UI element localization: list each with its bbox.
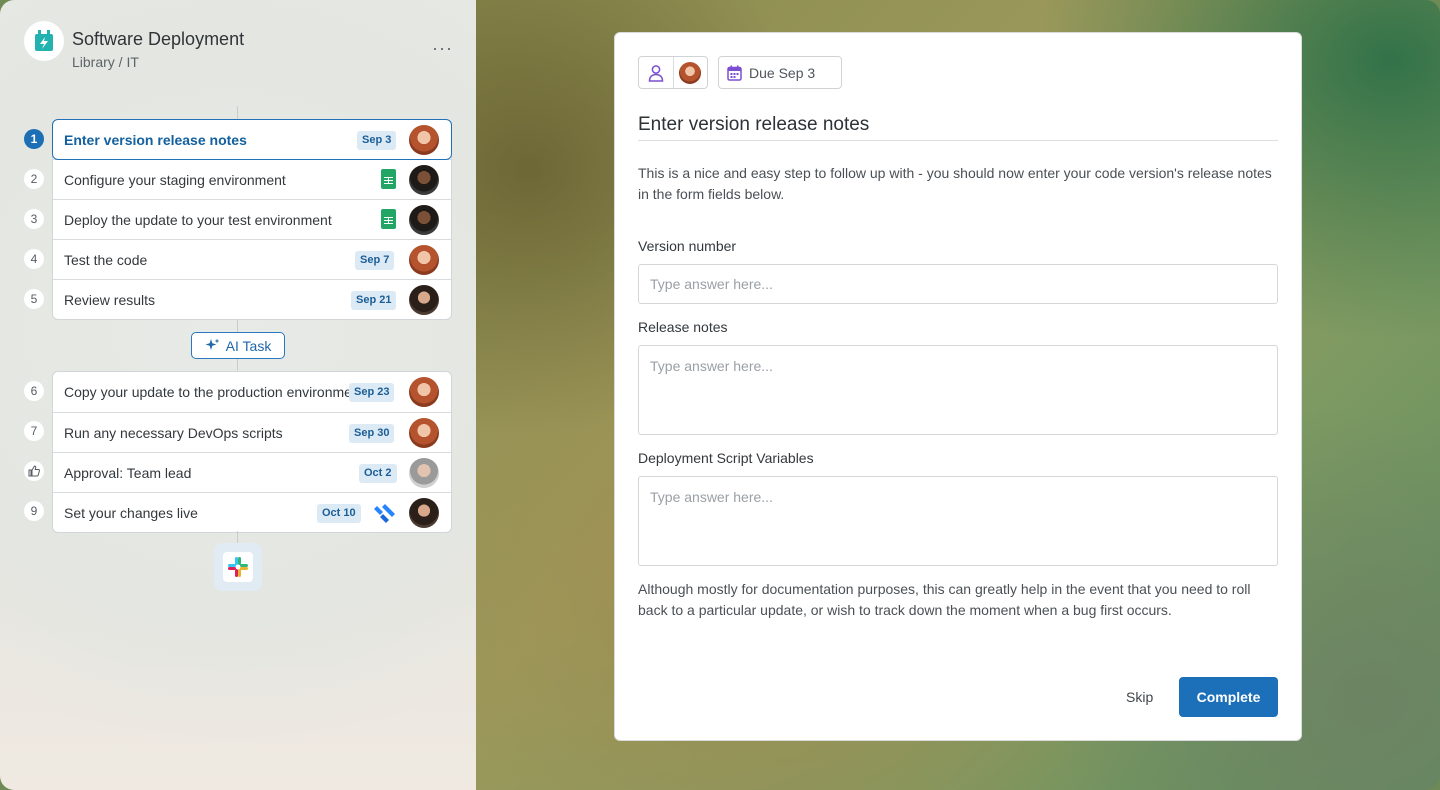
step-number: 9: [24, 501, 44, 521]
due-date-label: Due Sep 3: [749, 64, 816, 81]
step-number: 1: [24, 129, 44, 149]
assignee-avatar: [409, 205, 439, 235]
task-label: Copy your update to the production envir…: [64, 384, 354, 400]
task-list-group-2: Copy your update to the production envir…: [52, 371, 452, 533]
step-number: 3: [24, 209, 44, 229]
task-list-group-1: Enter version release notes Sep 3 Config…: [52, 119, 452, 320]
task-row[interactable]: Run any necessary DevOps scripts Sep 30: [53, 412, 451, 452]
task-title: Enter version release notes: [638, 114, 870, 135]
field-label: Release notes: [638, 319, 728, 335]
deployment-script-variables-input[interactable]: [638, 476, 1278, 566]
more-options-icon[interactable]: ···: [432, 38, 453, 59]
task-row[interactable]: Test the code Sep 7: [53, 239, 451, 279]
calendar-icon: [727, 65, 742, 81]
step-number: 4: [24, 249, 44, 269]
task-row[interactable]: Approval: Team lead Oct 2: [53, 452, 451, 492]
task-row[interactable]: Deploy the update to your test environme…: [53, 199, 451, 239]
due-date-badge: Oct 2: [359, 464, 397, 483]
task-label: Set your changes live: [64, 504, 198, 521]
connector-line: [237, 319, 238, 332]
due-date-badge: Sep 7: [355, 251, 395, 270]
assignee-avatar: [409, 245, 439, 275]
assignee-avatar: [679, 61, 702, 84]
breadcrumb[interactable]: Library / IT: [72, 54, 139, 70]
task-row[interactable]: Enter version release notes Sep 3: [52, 119, 452, 160]
google-sheets-icon: [381, 209, 396, 229]
due-date-badge: Sep 30: [349, 424, 395, 443]
assignee-avatar: [409, 285, 439, 315]
google-sheets-icon: [381, 169, 396, 189]
task-description: This is a nice and easy step to follow u…: [638, 165, 1272, 202]
slack-integration[interactable]: [214, 543, 262, 591]
due-date-badge: Sep 3: [357, 131, 397, 150]
step-number: 2: [24, 169, 44, 189]
assignee-avatar: [409, 165, 439, 195]
due-date-badge: Oct 10: [317, 504, 361, 523]
step-number: 7: [24, 421, 44, 441]
field-label: Deployment Script Variables: [638, 450, 814, 466]
assignee-avatar: [409, 418, 439, 448]
workflow-sidebar: Software Deployment Library / IT ··· 1 2…: [0, 0, 476, 790]
step-number: 6: [24, 381, 44, 401]
task-row[interactable]: Configure your staging environment: [53, 159, 451, 199]
connector-line: [237, 531, 238, 543]
due-date-badge: Sep 23: [349, 383, 395, 402]
assignee-picker[interactable]: [638, 56, 708, 89]
task-row[interactable]: Set your changes live Oct 10: [53, 492, 451, 532]
task-label: Test the code: [64, 251, 148, 268]
connector-line: [237, 106, 238, 120]
thumbs-up-icon: [24, 461, 44, 481]
task-label: Enter version release notes: [64, 131, 247, 148]
user-icon: [639, 57, 673, 88]
workflow-title: Software Deployment: [72, 29, 245, 49]
jira-icon: [374, 504, 395, 523]
task-label: Approval: Team lead: [64, 464, 192, 481]
task-footnote: Although mostly for documentation purpos…: [638, 581, 1251, 618]
assignee-avatar: [409, 498, 439, 528]
due-date-badge: Sep 21: [351, 291, 397, 310]
version-number-input[interactable]: [638, 264, 1278, 304]
task-row[interactable]: Review results Sep 21: [53, 279, 451, 319]
task-row[interactable]: Copy your update to the production envir…: [53, 372, 451, 412]
ai-task-label: AI Task: [225, 337, 272, 354]
field-label: Version number: [638, 238, 737, 254]
workflow-app-icon: [24, 21, 64, 61]
task-label: Review results: [64, 291, 156, 308]
assignee-avatar: [409, 377, 439, 407]
ai-task-button[interactable]: AI Task: [191, 332, 285, 359]
sparkle-icon: [205, 338, 220, 350]
due-date-button[interactable]: Due Sep 3: [718, 56, 842, 89]
assignee-avatar: [409, 458, 439, 488]
step-number: 5: [24, 289, 44, 309]
connector-line: [237, 359, 238, 371]
task-label: Configure your staging environment: [64, 171, 286, 188]
divider: [638, 140, 1278, 141]
release-notes-input[interactable]: [638, 345, 1278, 435]
slack-icon: [228, 557, 248, 577]
skip-button[interactable]: Skip: [1126, 689, 1153, 705]
task-label: Run any necessary DevOps scripts: [64, 424, 283, 441]
task-detail-card: Due Sep 3 Enter version release notes Th…: [614, 32, 1302, 741]
assignee-avatar: [409, 125, 439, 155]
task-label: Deploy the update to your test environme…: [64, 211, 332, 228]
complete-button[interactable]: Complete: [1179, 677, 1278, 717]
